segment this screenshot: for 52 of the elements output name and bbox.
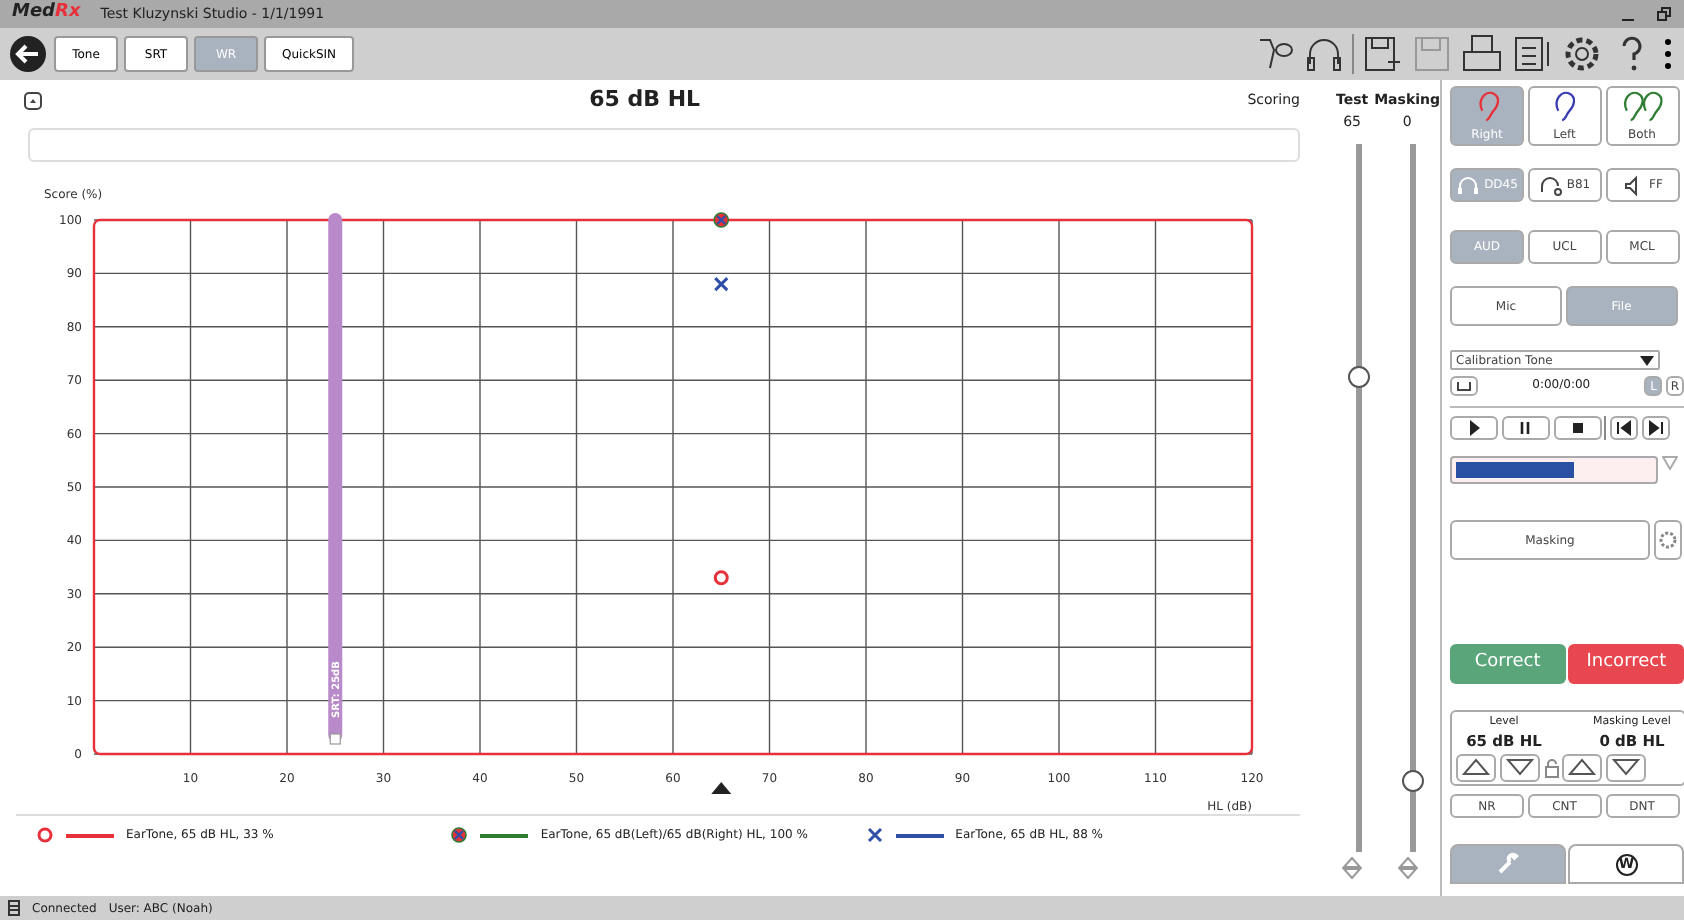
level-up-button[interactable] (1456, 753, 1496, 781)
pause-button[interactable] (1501, 416, 1550, 440)
up-arrow-icon[interactable] (1397, 856, 1418, 868)
play-button[interactable] (1450, 416, 1498, 440)
slider-thumb[interactable] (1347, 365, 1370, 388)
collapse-icon[interactable] (24, 91, 42, 109)
settings-icon[interactable] (1560, 32, 1604, 76)
data-point (713, 570, 729, 586)
print-icon[interactable] (1460, 32, 1504, 76)
level-down-button[interactable] (1499, 753, 1540, 781)
down-arrow-icon (1612, 758, 1640, 776)
wrench-icon (1495, 852, 1520, 876)
masking-up-button[interactable] (1562, 753, 1603, 781)
notes-field[interactable] (28, 128, 1300, 162)
up-arrow-icon[interactable] (1342, 856, 1363, 868)
lock-icon[interactable] (1543, 757, 1559, 777)
medrx-logo: MedRx (12, 0, 81, 27)
next-button[interactable] (1641, 416, 1670, 440)
legend-marker (37, 827, 53, 843)
response-button[interactable]: Incorrect (1568, 644, 1684, 684)
legend-marker (866, 827, 882, 843)
back-icon[interactable] (8, 34, 48, 74)
masking-down-button[interactable] (1606, 753, 1646, 781)
next-icon (1645, 418, 1666, 438)
level-pointer-icon (711, 782, 732, 794)
bone-conductor-icon (1538, 173, 1563, 197)
repeat-button[interactable] (1450, 376, 1478, 396)
restore-icon[interactable] (1656, 6, 1672, 22)
report-icon[interactable] (1510, 32, 1554, 76)
test-level-title: 65 dB HL (587, 83, 703, 116)
previous-button[interactable] (1610, 416, 1638, 440)
headphones-icon (1456, 173, 1481, 197)
legend-marker (451, 827, 468, 843)
repeat-icon (1456, 380, 1472, 392)
data-point (713, 212, 730, 228)
down-arrow-icon (1505, 758, 1534, 776)
up-arrow-icon (1462, 758, 1490, 776)
dropdown-caret-icon (1640, 355, 1654, 365)
server-icon (8, 900, 20, 916)
settings-icon (1657, 530, 1678, 550)
stop-button[interactable] (1553, 416, 1601, 440)
play-icon (1464, 418, 1484, 438)
save-icon[interactable] (1360, 32, 1404, 76)
down-arrow-icon[interactable] (1342, 868, 1363, 880)
srt-end-marker (329, 733, 341, 745)
previous-icon (1614, 418, 1634, 438)
data-point (713, 276, 729, 292)
down-arrow-icon[interactable] (1397, 868, 1418, 880)
slider-thumb[interactable] (1402, 769, 1425, 792)
stop-icon (1567, 418, 1587, 438)
up-arrow-icon (1568, 758, 1597, 776)
masking-settings-button[interactable] (1653, 520, 1682, 560)
